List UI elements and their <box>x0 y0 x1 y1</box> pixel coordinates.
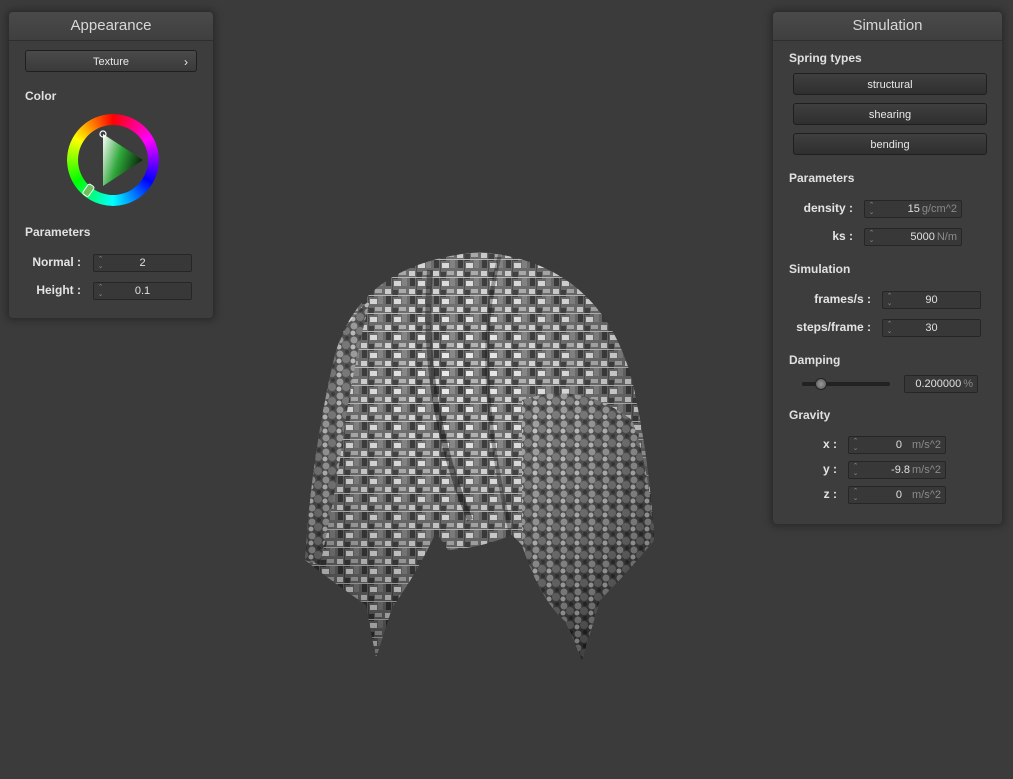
texture-button[interactable]: Texture › <box>25 50 197 72</box>
normal-value: 2 <box>139 257 146 269</box>
gravity-y-unit: m/s^2 <box>912 464 941 476</box>
normal-field[interactable]: ⌃ ⌄ 2 <box>93 254 192 272</box>
fps-field[interactable]: ⌃ ⌄ 90 <box>882 291 981 309</box>
gravity-z-unit: m/s^2 <box>912 489 941 501</box>
bending-button[interactable]: bending <box>793 133 987 155</box>
spinner-icon[interactable]: ⌃ ⌄ <box>886 293 893 307</box>
density-label: density : <box>803 201 853 215</box>
spinner-icon[interactable]: ⌃ ⌄ <box>886 321 893 335</box>
ks-field[interactable]: ⌃ ⌄ 5000 N/m <box>864 228 962 246</box>
spinner-icon[interactable]: ⌃ ⌄ <box>852 438 859 452</box>
chevron-right-icon: › <box>184 55 188 69</box>
spring-types-title: Spring types <box>789 51 862 65</box>
height-label: Height : <box>36 283 81 297</box>
gravity-z-label: z : <box>823 487 837 501</box>
simulation-parameters-title: Parameters <box>789 171 855 185</box>
gravity-y-label: y : <box>822 462 837 476</box>
ks-unit: N/m <box>936 231 957 243</box>
spinner-icon[interactable]: ⌃ ⌄ <box>868 202 875 216</box>
fps-label: frames/s : <box>814 292 871 306</box>
spinner-icon[interactable]: ⌃ ⌄ <box>97 284 104 298</box>
color-section-title: Color <box>25 89 57 103</box>
gravity-z-value: 0 <box>895 489 902 501</box>
spinner-icon[interactable]: ⌃ ⌄ <box>868 230 875 244</box>
damping-title: Damping <box>789 353 841 367</box>
simulation-panel: Simulation Spring types structural shear… <box>773 12 1002 524</box>
ks-value: 5000 <box>910 231 935 243</box>
damping-value: 0.200000 <box>915 378 962 390</box>
appearance-parameters-title: Parameters <box>25 225 91 239</box>
spinner-icon[interactable]: ⌃ ⌄ <box>97 256 104 270</box>
gravity-x-unit: m/s^2 <box>912 439 941 451</box>
density-field[interactable]: ⌃ ⌄ 15 g/cm^2 <box>864 200 962 218</box>
appearance-panel: Appearance Texture › Color Parameters No… <box>9 12 213 318</box>
fps-value: 90 <box>925 294 938 306</box>
gravity-y-field[interactable]: ⌃ ⌄ -9.8 m/s^2 <box>848 461 946 479</box>
simulation-section-title: Simulation <box>789 262 851 276</box>
color-wheel[interactable] <box>67 114 159 206</box>
density-value: 15 <box>907 203 920 215</box>
shearing-button[interactable]: shearing <box>793 103 987 125</box>
gravity-x-value: 0 <box>895 439 902 451</box>
gravity-z-field[interactable]: ⌃ ⌄ 0 m/s^2 <box>848 486 946 504</box>
steps-label: steps/frame : <box>796 320 871 334</box>
steps-field[interactable]: ⌃ ⌄ 30 <box>882 319 981 337</box>
damping-field[interactable]: 0.200000 % <box>904 375 978 393</box>
damping-unit: % <box>963 378 973 390</box>
height-value: 0.1 <box>134 285 151 297</box>
ks-label: ks : <box>832 229 853 243</box>
gravity-title: Gravity <box>789 408 831 422</box>
gravity-x-label: x : <box>822 437 837 451</box>
normal-label: Normal : <box>32 255 81 269</box>
gravity-y-value: -9.8 <box>891 464 910 476</box>
density-unit: g/cm^2 <box>921 203 957 215</box>
color-triangle[interactable] <box>103 134 143 186</box>
steps-value: 30 <box>925 322 938 334</box>
cloth-shading <box>305 252 654 660</box>
damping-slider-knob[interactable] <box>815 378 827 390</box>
height-field[interactable]: ⌃ ⌄ 0.1 <box>93 282 192 300</box>
structural-button[interactable]: structural <box>793 73 987 95</box>
spinner-icon[interactable]: ⌃ ⌄ <box>852 463 859 477</box>
gravity-x-field[interactable]: ⌃ ⌄ 0 m/s^2 <box>848 436 946 454</box>
appearance-panel-title[interactable]: Appearance <box>9 12 213 41</box>
spinner-icon[interactable]: ⌃ ⌄ <box>852 488 859 502</box>
texture-button-label: Texture <box>92 56 130 68</box>
simulation-panel-title[interactable]: Simulation <box>773 12 1002 41</box>
